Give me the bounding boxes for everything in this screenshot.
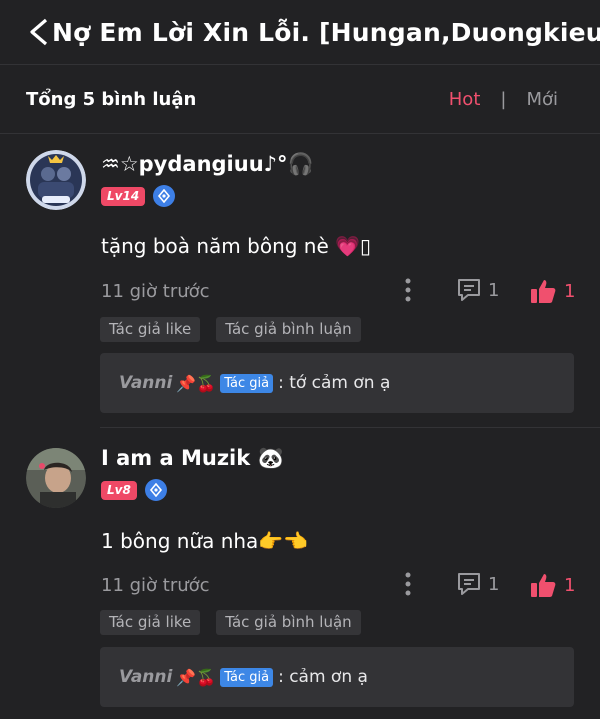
author-reply[interactable]: Vanni 📌🍒 Tác giả : tớ cảm ơn ạ [100, 353, 574, 413]
level-badge: Lv14 [101, 186, 146, 206]
back-arrow-icon[interactable] [28, 18, 50, 46]
author-badge: Tác giả [220, 373, 274, 393]
more-options-icon[interactable] [401, 571, 415, 597]
comment-meta: 11 giờ trước 1 1 [101, 277, 581, 307]
comment-sort-bar: Tổng 5 bình luận Hot | Mới [0, 65, 600, 134]
author-reply[interactable]: Vanni 📌🍒 Tác giả : cảm ơn ạ [100, 647, 574, 707]
author-badge: Tác giả [220, 667, 274, 687]
reply-button[interactable]: 1 [456, 571, 499, 597]
reply-count: 1 [488, 279, 500, 301]
top-bar: Nợ Em Lời Xin Lỗi. [Hungan,Duongkieu] [0, 0, 600, 65]
verified-medal-icon [144, 479, 167, 501]
author-replied-tag: Tác giả bình luận [216, 610, 361, 635]
author-replied-tag: Tác giả bình luận [216, 317, 361, 342]
like-count: 1 [564, 280, 576, 302]
comment-username[interactable]: I am a Muzik 🐼 [101, 446, 284, 471]
level-badge: Lv8 [101, 480, 137, 500]
comment-total: Tổng 5 bình luận [26, 88, 197, 110]
reply-count: 1 [488, 573, 500, 595]
thumbs-up-icon [531, 574, 556, 597]
like-count: 1 [564, 574, 576, 596]
sort-options: Hot | Mới [449, 89, 558, 110]
thumbs-up-icon [531, 280, 556, 303]
comment-time: 11 giờ trước [101, 575, 210, 596]
page-title: Nợ Em Lời Xin Lỗi. [Hungan,Duongkieu] [52, 17, 600, 47]
verified-medal-icon [153, 185, 176, 207]
user-badges: Lv8 [101, 479, 167, 501]
reply-author-emoji: 📌🍒 [176, 373, 217, 393]
author-liked-tag: Tác giả like [100, 610, 201, 635]
comment-bubble-icon [458, 279, 480, 301]
more-options-icon[interactable] [401, 277, 415, 303]
like-button[interactable]: 1 [529, 277, 575, 305]
comment-username[interactable]: ♒☆pydangiuu♪°🎧 [101, 152, 314, 177]
sort-hot-tab[interactable]: Hot [449, 89, 481, 110]
comment-bubble-icon [458, 573, 480, 595]
like-button[interactable]: 1 [529, 571, 575, 599]
reply-author-name: Vanni [119, 667, 173, 687]
reply-author-name: Vanni [119, 373, 173, 393]
user-badges: Lv14 [101, 185, 176, 207]
comment-meta: 11 giờ trước 1 1 [101, 571, 581, 601]
avatar[interactable] [26, 448, 86, 508]
comment-item: I am a Muzik 🐼 Lv8 1 bông nữa nha👉👈 11 g… [0, 428, 600, 719]
comment-text: tặng boà năm bông nè 💗▯ [101, 234, 372, 258]
reply-author-emoji: 📌🍒 [176, 667, 217, 687]
reply-text: : tớ cảm ơn ạ [278, 373, 391, 393]
author-liked-tag: Tác giả like [100, 317, 201, 342]
author-tags: Tác giả like Tác giả bình luận [100, 317, 377, 342]
reply-text: : cảm ơn ạ [278, 667, 368, 687]
sort-separator: | [500, 88, 507, 110]
comment-item: ♒☆pydangiuu♪°🎧 Lv14 tặng boà năm bông nè… [0, 134, 600, 428]
reply-button[interactable]: 1 [456, 277, 499, 303]
sort-newest-tab[interactable]: Mới [526, 89, 558, 110]
avatar[interactable] [26, 150, 86, 210]
comment-time: 11 giờ trước [101, 281, 210, 302]
author-tags: Tác giả like Tác giả bình luận [100, 610, 377, 635]
comment-text: 1 bông nữa nha👉👈 [101, 529, 309, 553]
